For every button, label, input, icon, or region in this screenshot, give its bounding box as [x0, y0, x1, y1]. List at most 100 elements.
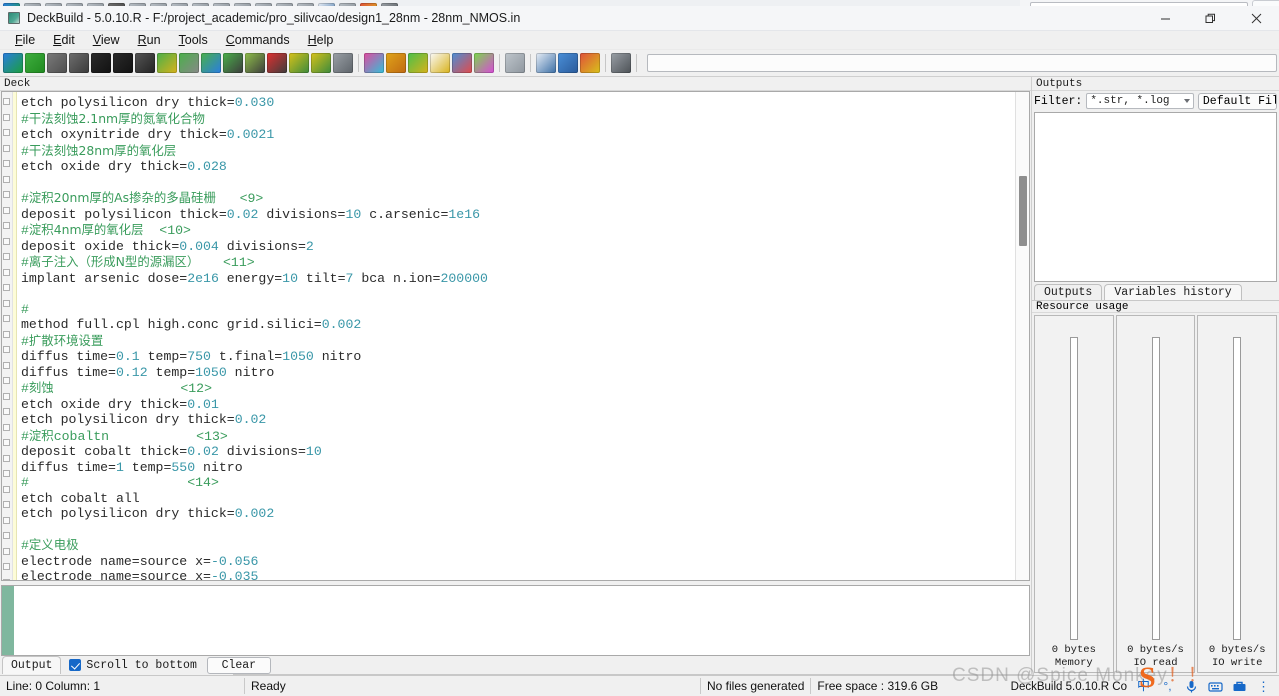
menu-file[interactable]: File	[6, 32, 44, 48]
deckbuild-icon	[8, 12, 20, 24]
line-marker-icon[interactable]	[267, 53, 287, 73]
output-console[interactable]	[1, 584, 1030, 656]
tab-variables-history[interactable]: Variables history	[1104, 284, 1242, 300]
editor-fold-marker[interactable]	[3, 253, 10, 260]
editor-fold-marker[interactable]	[3, 284, 10, 291]
editor-fold-marker[interactable]	[3, 330, 10, 338]
editor-fold-marker[interactable]	[3, 547, 10, 555]
editor-fold-marker[interactable]	[3, 485, 10, 493]
editor-fold-marker[interactable]	[3, 501, 10, 508]
code-line: #干法刻蚀28nm厚的氧化层	[21, 142, 177, 159]
toolbar-separator	[499, 54, 500, 72]
sogou-icon[interactable]: S	[1139, 663, 1156, 693]
menu-run[interactable]: Run	[129, 32, 170, 48]
close-button[interactable]	[1233, 6, 1279, 31]
record-icon[interactable]	[135, 53, 155, 73]
editor-fold-marker[interactable]	[3, 222, 10, 229]
editor-fold-marker[interactable]	[3, 578, 10, 580]
run-icon[interactable]	[3, 53, 23, 73]
maximize-button[interactable]	[1188, 6, 1233, 31]
taskbar-app-label[interactable]: DeckBuild 5.0.10.R Co	[1011, 676, 1127, 696]
filter-select[interactable]: *.str, *.log	[1086, 93, 1194, 109]
atlas-icon[interactable]	[474, 53, 494, 73]
editor-fold-marker[interactable]	[3, 299, 10, 307]
editor-fold-marker[interactable]	[3, 315, 10, 322]
code-line: electrode name=source x=-0.056	[21, 553, 259, 569]
kill-icon[interactable]	[91, 53, 111, 73]
editor-fold-marker[interactable]	[3, 346, 10, 353]
editor-icon[interactable]	[430, 53, 450, 73]
next-line-icon[interactable]	[245, 53, 265, 73]
editor-fold-marker[interactable]	[3, 439, 10, 446]
more-icon[interactable]: ⋮	[1256, 679, 1271, 694]
formula-icon[interactable]	[536, 53, 556, 73]
stop-icon[interactable]	[69, 53, 89, 73]
gauge-io-write: 0 bytes/s IO write	[1197, 315, 1278, 673]
toolbox-icon[interactable]	[1232, 679, 1247, 694]
tonyplot-icon[interactable]	[364, 53, 384, 73]
editor-fold-marker[interactable]	[3, 206, 10, 214]
microphone-icon[interactable]	[1184, 679, 1199, 694]
punctuation-icon[interactable]: °,	[1160, 679, 1175, 694]
menu-help[interactable]: Help	[299, 32, 343, 48]
menu-view[interactable]: View	[84, 32, 129, 48]
outputs-file-list[interactable]	[1034, 112, 1277, 282]
deck-editor[interactable]: etch polysilicon dry thick=0.030 #干法刻蚀2.1…	[1, 91, 1030, 581]
spectrum-icon[interactable]	[580, 53, 600, 73]
step-return-icon[interactable]	[179, 53, 199, 73]
editor-fold-marker[interactable]	[3, 423, 10, 431]
stop-at-icon[interactable]	[289, 53, 309, 73]
step-into-icon[interactable]	[157, 53, 177, 73]
menu-edit[interactable]: Edit	[44, 32, 84, 48]
editor-fold-marker[interactable]	[3, 237, 10, 245]
editor-fold-marker[interactable]	[3, 563, 10, 570]
clear-button[interactable]: Clear	[206, 656, 271, 674]
plug-icon[interactable]	[333, 53, 353, 73]
editor-scroll-thumb[interactable]	[1019, 176, 1027, 246]
scroll-to-bottom-control[interactable]: Scroll to bottom	[69, 659, 197, 672]
editor-fold-marker[interactable]	[3, 98, 10, 105]
gauge-bar	[1233, 337, 1242, 640]
editor-vertical-scrollbar[interactable]	[1015, 92, 1029, 580]
editor-fold-marker[interactable]	[3, 377, 10, 384]
keyboard-icon[interactable]	[1208, 679, 1223, 694]
editor-fold-marker[interactable]	[3, 392, 10, 400]
editor-fold-marker[interactable]	[3, 532, 10, 539]
tab-outputs[interactable]: Outputs	[1034, 284, 1103, 300]
command-input[interactable]	[647, 54, 1277, 72]
run-to-line-icon[interactable]	[223, 53, 243, 73]
editor-fold-marker[interactable]	[3, 144, 10, 152]
editor-fold-marker[interactable]	[3, 113, 10, 121]
code-line: # <14>	[21, 475, 219, 490]
minimize-button[interactable]	[1143, 6, 1188, 31]
play-icon[interactable]	[25, 53, 45, 73]
editor-fold-marker[interactable]	[3, 160, 10, 167]
structure-icon[interactable]	[558, 53, 578, 73]
lock-icon[interactable]	[611, 53, 631, 73]
athena-icon[interactable]	[452, 53, 472, 73]
editor-fold-marker[interactable]	[3, 470, 10, 477]
continue-icon[interactable]	[201, 53, 221, 73]
maskviews-icon[interactable]	[408, 53, 428, 73]
output-toolbar: Output Scroll to bottom Clear	[0, 655, 1031, 675]
scroll-to-bottom-checkbox[interactable]	[69, 659, 82, 672]
deck-code-text[interactable]: etch polysilicon dry thick=0.030 #干法刻蚀2.1…	[17, 92, 1029, 580]
tab-output[interactable]: Output	[2, 656, 62, 675]
editor-fold-marker[interactable]	[3, 268, 10, 276]
editor-fold-marker[interactable]	[3, 516, 10, 524]
copy-layers-icon[interactable]	[505, 53, 525, 73]
editor-fold-marker[interactable]	[3, 175, 10, 183]
editor-fold-marker[interactable]	[3, 129, 10, 136]
kill-all-icon[interactable]	[113, 53, 133, 73]
editor-fold-marker[interactable]	[3, 408, 10, 415]
editor-fold-marker[interactable]	[3, 454, 10, 462]
check-icon[interactable]	[311, 53, 331, 73]
console-marker-bar	[2, 585, 14, 655]
menu-tools[interactable]: Tools	[170, 32, 217, 48]
editor-fold-marker[interactable]	[3, 361, 10, 369]
menu-commands[interactable]: Commands	[217, 32, 299, 48]
devedit-icon[interactable]	[386, 53, 406, 73]
pause-icon[interactable]	[47, 53, 67, 73]
default-filter-button[interactable]: Default Filt	[1197, 92, 1277, 110]
editor-fold-marker[interactable]	[3, 191, 10, 198]
